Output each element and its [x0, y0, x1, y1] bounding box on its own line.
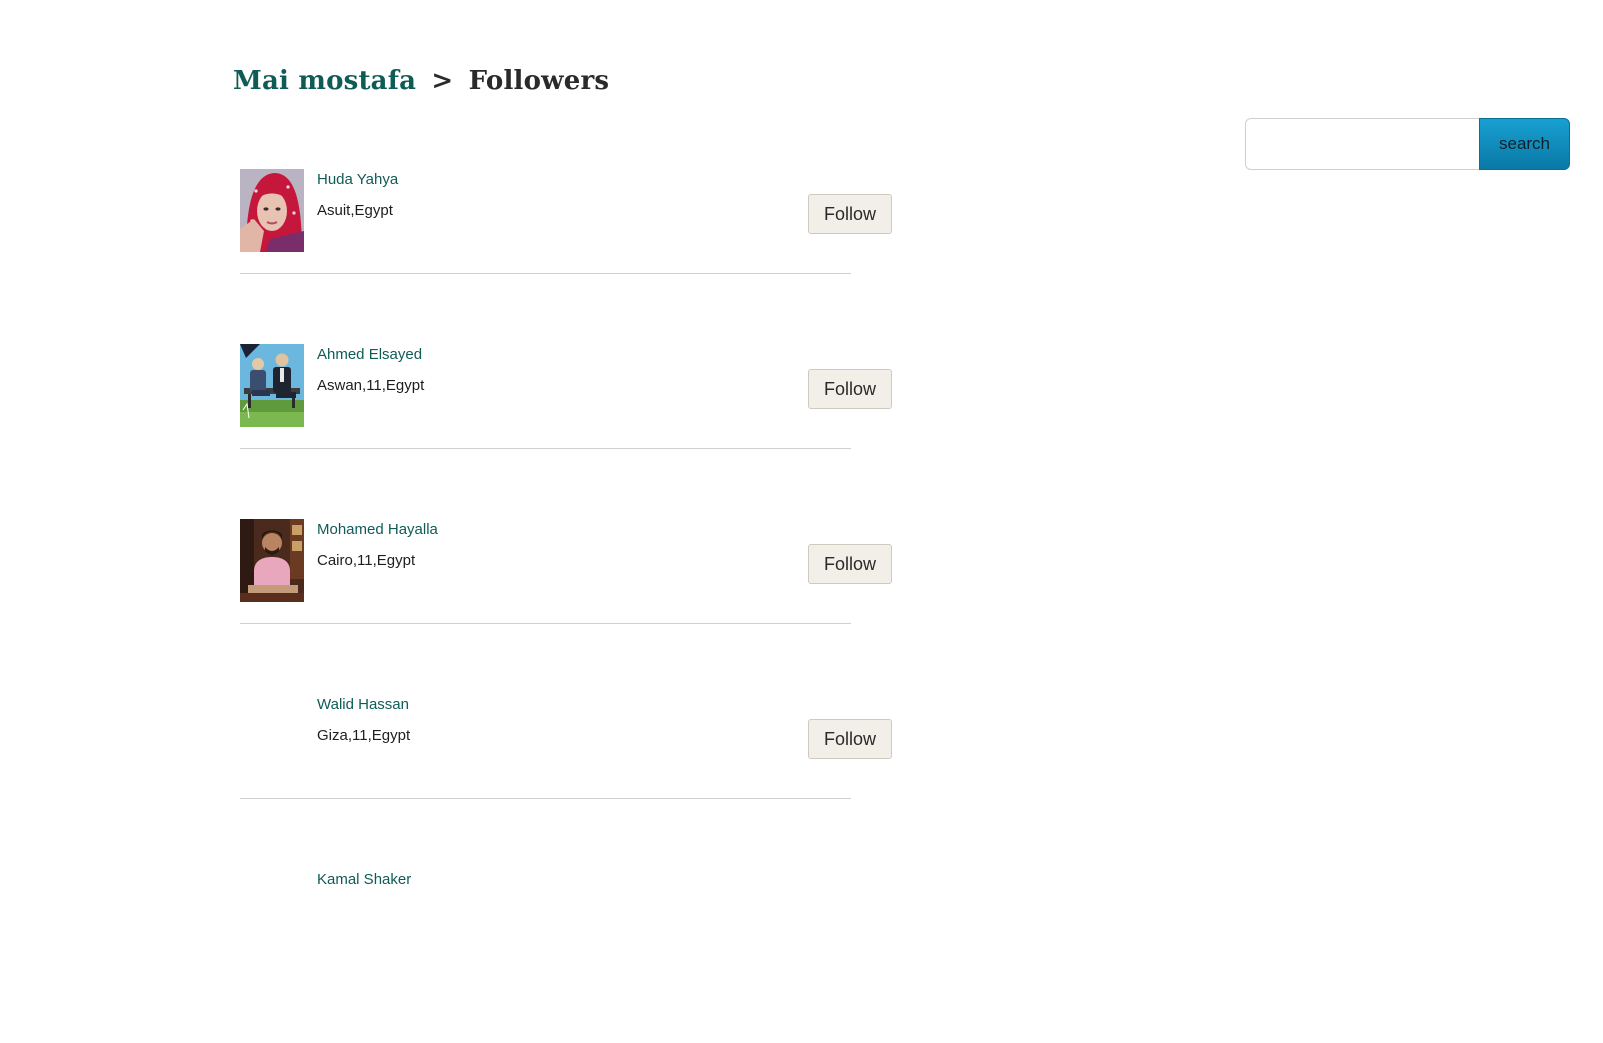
avatar[interactable] — [240, 694, 304, 777]
breadcrumb-profile-link[interactable]: Mai mostafa — [233, 66, 416, 96]
follower-row: Kamal Shaker — [240, 869, 900, 1043]
page-title: Followers — [468, 66, 610, 96]
avatar-image-woman-in-red-hijab — [240, 169, 304, 252]
follow-button[interactable]: Follow — [808, 369, 892, 409]
avatar-image-man-in-pink-shirt — [240, 519, 304, 602]
follow-button[interactable]: Follow — [808, 544, 892, 584]
follower-row: Walid Hassan Giza,11,Egypt Follow — [240, 694, 900, 868]
follow-button[interactable]: Follow — [808, 719, 892, 759]
avatar[interactable] — [240, 169, 304, 252]
avatar-image-men-on-bench-cartoon — [240, 344, 304, 427]
follower-row: Ahmed Elsayed Aswan,11,Egypt Follow — [240, 344, 900, 518]
row-divider — [240, 448, 851, 449]
breadcrumb: Mai mostafa > Followers — [233, 66, 609, 96]
search-box: search — [1245, 118, 1570, 172]
follower-location: Asuit,Egypt — [317, 202, 393, 219]
row-divider — [240, 623, 851, 624]
follower-name-link[interactable]: Mohamed Hayalla — [317, 521, 438, 538]
follower-name-link[interactable]: Ahmed Elsayed — [317, 346, 422, 363]
row-divider — [240, 798, 851, 799]
follower-row: Mohamed Hayalla Cairo,11,Egypt Follow — [240, 519, 900, 693]
follow-button[interactable]: Follow — [808, 194, 892, 234]
search-input[interactable] — [1245, 118, 1479, 170]
follower-location: Cairo,11,Egypt — [317, 552, 416, 569]
breadcrumb-separator: > — [431, 66, 454, 96]
row-divider — [240, 273, 851, 274]
follower-row: Huda Yahya Asuit,Egypt Follow — [240, 169, 900, 343]
follower-location: Aswan,11,Egypt — [317, 377, 425, 394]
avatar[interactable] — [240, 344, 304, 427]
avatar[interactable] — [240, 519, 304, 602]
follower-location: Giza,11,Egypt — [317, 727, 411, 744]
follower-name-link[interactable]: Kamal Shaker — [317, 871, 411, 888]
search-button[interactable]: search — [1479, 118, 1570, 170]
follower-name-link[interactable]: Huda Yahya — [317, 171, 398, 188]
follower-name-link[interactable]: Walid Hassan — [317, 696, 409, 713]
